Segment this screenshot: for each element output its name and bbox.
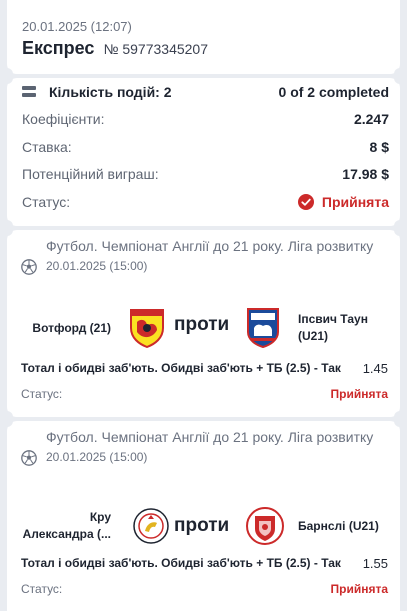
match-row[interactable]: Вотфорд (21) проти Іпсвич Таун (U21) bbox=[7, 306, 400, 352]
event-card: Футбол. Чемпіонат Англії до 21 року. Ліг… bbox=[1, 224, 406, 423]
event-status-label: Статус: bbox=[21, 582, 63, 596]
event-league: Футбол. Чемпіонат Англії до 21 року. Ліг… bbox=[46, 429, 374, 445]
market-name: Тотал і обидві заб'ють. Обидві заб'ють +… bbox=[21, 556, 341, 570]
events-count-row: Кількість подій: 2 0 of 2 completed bbox=[22, 84, 389, 100]
market-row: Тотал і обидві заб'ють. Обидві заб'ють +… bbox=[21, 361, 388, 376]
potential-win-row: Потенційний виграш: 17.98 $ bbox=[22, 166, 389, 182]
ipswich-crest-icon bbox=[247, 308, 279, 348]
bet-summary-card: Кількість подій: 2 0 of 2 completed Коеф… bbox=[1, 72, 406, 232]
versus-label: проти bbox=[174, 314, 230, 335]
bet-type-title: Експрес bbox=[22, 38, 95, 58]
status-row: Статус: Прийнята bbox=[22, 194, 389, 210]
potential-win-label: Потенційний виграш: bbox=[22, 166, 159, 182]
watford-crest-icon bbox=[130, 309, 164, 348]
events-count: Кількість подій: 2 bbox=[22, 84, 172, 100]
market-name: Тотал і обидві заб'ють. Обидві заб'ють +… bbox=[21, 361, 341, 375]
event-header: Футбол. Чемпіонат Англії до 21 року. Ліг… bbox=[21, 427, 386, 466]
event-status-row: Статус: Прийнята bbox=[21, 582, 388, 596]
ticket-notch bbox=[1, 72, 13, 84]
crewe-crest-icon bbox=[133, 508, 169, 544]
away-team-name: Барнслі (U21) bbox=[298, 519, 379, 533]
versus-label: проти bbox=[174, 515, 230, 536]
status-label: Статус: bbox=[22, 194, 71, 210]
list-icon bbox=[22, 86, 36, 98]
bet-datetime: 20.01.2025 (12:07) bbox=[22, 19, 132, 34]
event-date: 20.01.2025 (15:00) bbox=[46, 450, 148, 464]
ticket-notch bbox=[394, 415, 406, 427]
event-status-row: Статус: Прийнята bbox=[21, 387, 388, 401]
stake-value: 8 $ bbox=[369, 139, 389, 155]
event-header: Футбол. Чемпіонат Англії до 21 року. Ліг… bbox=[21, 236, 386, 275]
stake-row: Ставка: 8 $ bbox=[22, 139, 389, 155]
match-row[interactable]: Кру Александра (... проти Барнслі (U21) bbox=[7, 505, 400, 551]
event-status-label: Статус: bbox=[21, 387, 63, 401]
home-team-name: Кру Александра (... bbox=[22, 510, 111, 541]
ticket-notch bbox=[1, 415, 13, 427]
status-badge: Прийнята bbox=[297, 194, 389, 210]
status-value: Прийнята bbox=[321, 194, 389, 210]
odds-label: Коефіцієнти: bbox=[22, 111, 105, 127]
ticket-notch bbox=[1, 224, 13, 236]
event-card: Футбол. Чемпіонат Англії до 21 року. Ліг… bbox=[1, 415, 406, 611]
ticket-notch bbox=[394, 224, 406, 236]
soccer-ball-icon bbox=[21, 259, 37, 275]
bet-number: № 59773345207 bbox=[103, 41, 209, 57]
event-league: Футбол. Чемпіонат Англії до 21 року. Ліг… bbox=[46, 238, 374, 254]
event-odd: 1.55 bbox=[362, 556, 388, 571]
stake-label: Ставка: bbox=[22, 139, 72, 155]
events-count-label: Кількість подій: 2 bbox=[49, 84, 172, 100]
event-status-value: Прийнята bbox=[330, 582, 388, 596]
potential-win-value: 17.98 $ bbox=[342, 166, 389, 182]
event-status-value: Прийнята bbox=[330, 387, 388, 401]
market-row: Тотал і обидві заб'ють. Обидві заб'ють +… bbox=[21, 556, 388, 571]
event-date: 20.01.2025 (15:00) bbox=[46, 259, 148, 273]
barnsley-crest-icon bbox=[246, 507, 284, 545]
odds-value: 2.247 bbox=[353, 111, 389, 127]
home-team-name: Вотфорд (21) bbox=[32, 321, 111, 335]
events-progress: 0 of 2 completed bbox=[278, 84, 389, 100]
event-odd: 1.45 bbox=[362, 361, 388, 376]
ticket-notch bbox=[394, 72, 406, 84]
odds-row: Коефіцієнти: 2.247 bbox=[22, 111, 389, 127]
soccer-ball-icon bbox=[21, 450, 37, 466]
bet-header-card: 20.01.2025 (12:07) Експрес № 59773345207 bbox=[1, 0, 406, 80]
check-circle-icon bbox=[297, 194, 314, 210]
bet-title-row: Експрес № 59773345207 bbox=[22, 38, 208, 59]
away-team-name: Іпсвич Таун (U21) bbox=[298, 312, 368, 343]
